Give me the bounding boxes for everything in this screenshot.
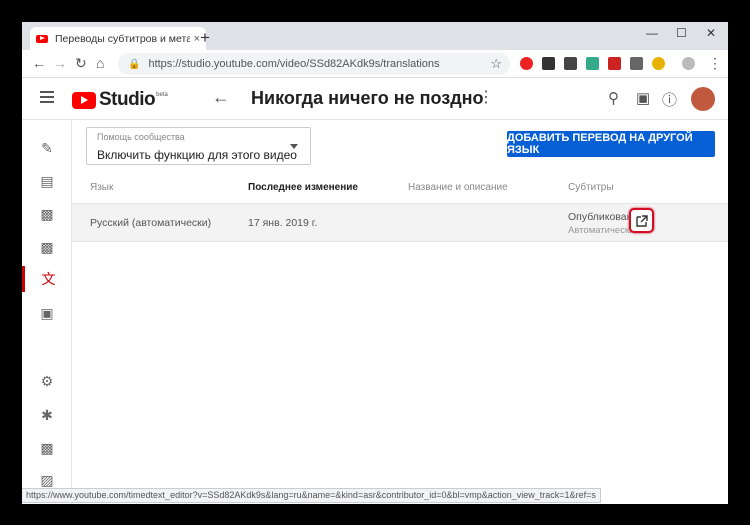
tab-title: Переводы субтитров и метадан xyxy=(55,32,190,45)
extension-icon[interactable] xyxy=(652,57,665,70)
column-header-subtitles: Субтитры xyxy=(568,182,614,193)
hamburger-menu-icon[interactable] xyxy=(40,91,54,106)
studio-logo[interactable]: Studio beta xyxy=(72,89,168,111)
menu-dots-icon[interactable]: ⋮ xyxy=(708,55,722,72)
address-bar[interactable]: 🔒 https://studio.youtube.com/video/SSd82… xyxy=(118,53,510,75)
address-url: https://studio.youtube.com/video/SSd82AK… xyxy=(148,58,440,70)
minimize-icon[interactable]: — xyxy=(646,26,658,40)
chevron-down-icon xyxy=(290,144,298,149)
extension-icon[interactable] xyxy=(564,57,577,70)
home-icon[interactable]: ⌂ xyxy=(96,55,104,71)
left-nav-rail: ✎ ▤ ▩ ▩ 文 ▣ ⚙ ✱ ▩ ▨ xyxy=(22,120,72,504)
create-video-icon[interactable]: ▣ xyxy=(636,89,650,107)
add-translation-button[interactable]: ДОБАВИТЬ ПЕРЕВОД НА ДРУГОЙ ЯЗЫК xyxy=(507,131,715,157)
help-icon[interactable]: ⓘ xyxy=(662,89,677,110)
open-editor-button[interactable] xyxy=(629,208,654,233)
feedback-icon[interactable]: ▩ xyxy=(22,435,72,461)
extension-icon[interactable] xyxy=(630,57,643,70)
row-subtitles-note: Автоматически xyxy=(568,225,635,236)
avatar[interactable] xyxy=(691,87,715,111)
column-header-language: Язык xyxy=(90,182,114,193)
search-icon[interactable]: ⚲ xyxy=(608,89,619,107)
browser-tab[interactable]: Переводы субтитров и метадан × xyxy=(30,27,206,50)
logo-text: Studio xyxy=(99,89,156,110)
opera-extension-icon[interactable] xyxy=(520,57,533,70)
maximize-icon[interactable]: ☐ xyxy=(676,26,687,40)
profile-icon[interactable] xyxy=(682,57,695,70)
beta-label: beta xyxy=(156,92,168,98)
reload-icon[interactable]: ↻ xyxy=(75,55,87,72)
dropdown-label: Помощь сообщества xyxy=(97,132,185,142)
translate-icon[interactable]: 文 xyxy=(22,266,72,292)
table-header: Язык Последнее изменение Название и опис… xyxy=(72,172,728,204)
browser-window: Переводы субтитров и метадан × + — ☐ ✕ ←… xyxy=(22,22,728,504)
youtube-play-icon xyxy=(72,91,96,109)
analytics-icon[interactable]: ▤ xyxy=(22,168,72,194)
lock-icon: 🔒 xyxy=(128,58,141,70)
close-window-icon[interactable]: ✕ xyxy=(706,26,716,40)
tab-strip: Переводы субтитров и метадан × + — ☐ ✕ xyxy=(22,22,728,50)
video-icon[interactable]: ▩ xyxy=(22,201,72,227)
community-contrib-select[interactable]: Помощь сообщества Включить функцию для э… xyxy=(86,127,311,165)
youtube-favicon-icon xyxy=(36,34,48,43)
bookmark-star-icon[interactable]: ☆ xyxy=(490,56,502,72)
column-header-title-desc: Название и описание xyxy=(408,182,508,193)
settings-icon[interactable]: ⚙ xyxy=(22,368,72,394)
back-arrow-icon[interactable]: ← xyxy=(212,87,230,108)
browser-toolbar: ← → ↻ ⌂ 🔒 https://studio.youtube.com/vid… xyxy=(22,50,728,78)
dropdown-value: Включить функцию для этого видео xyxy=(97,148,297,162)
new-tab-button[interactable]: + xyxy=(200,28,210,48)
video-title: Никогда ничего не поздно xyxy=(251,88,484,108)
copyright-icon[interactable]: ▣ xyxy=(22,300,72,326)
column-header-modified[interactable]: Последнее изменение xyxy=(248,182,358,193)
open-in-new-icon xyxy=(635,214,648,227)
extension-icon[interactable] xyxy=(586,57,599,70)
row-subtitles-status: Опубликовано xyxy=(568,211,639,223)
studio-header: Studio beta ← Никогда ничего не поздно ⋮… xyxy=(22,78,728,120)
status-bar-url: https://www.youtube.com/timedtext_editor… xyxy=(22,488,601,503)
extension-icon[interactable] xyxy=(608,57,621,70)
edit-icon[interactable]: ✎ xyxy=(22,135,72,161)
report-icon[interactable]: ✱ xyxy=(22,402,72,428)
more-options-icon[interactable]: ⋮ xyxy=(478,87,494,107)
forward-icon[interactable]: → xyxy=(53,55,67,71)
comments-icon[interactable]: ▩ xyxy=(22,234,72,260)
table-row[interactable]: Русский (автоматически) 17 янв. 2019 г. … xyxy=(72,204,728,242)
row-language: Русский (автоматически) xyxy=(90,217,212,229)
row-modified: 17 янв. 2019 г. xyxy=(248,217,318,229)
extension-icon[interactable] xyxy=(542,57,555,70)
back-icon[interactable]: ← xyxy=(32,55,46,71)
